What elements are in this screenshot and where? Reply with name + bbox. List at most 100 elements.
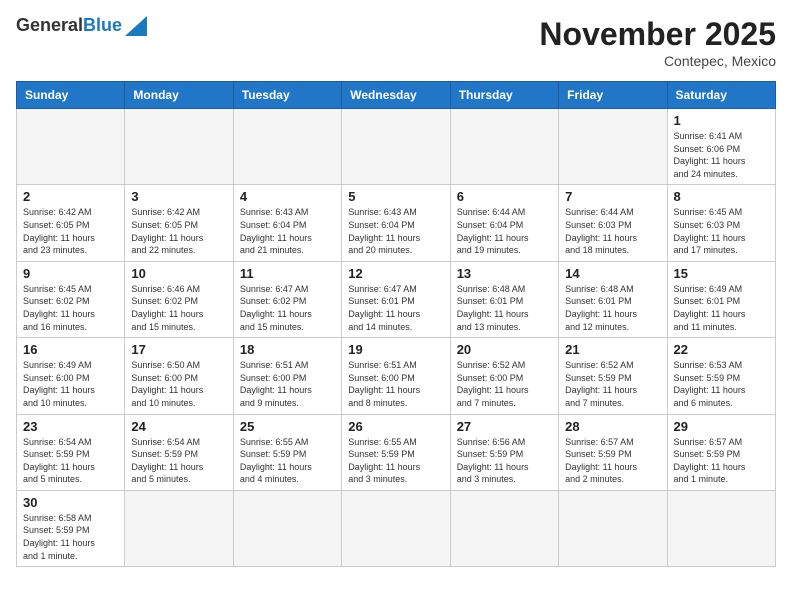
- day-number: 12: [348, 266, 443, 281]
- day-info: Sunrise: 6:48 AM Sunset: 6:01 PM Dayligh…: [565, 283, 660, 333]
- day-info: Sunrise: 6:42 AM Sunset: 6:05 PM Dayligh…: [131, 206, 226, 256]
- calendar-cell: 10 Sunrise: 6:46 AM Sunset: 6:02 PM Dayli…: [125, 261, 233, 337]
- col-header-monday: Monday: [125, 82, 233, 109]
- day-number: 16: [23, 342, 118, 357]
- day-info: Sunrise: 6:52 AM Sunset: 5:59 PM Dayligh…: [565, 359, 660, 409]
- calendar-cell: [342, 490, 450, 566]
- header: GeneralBlue November 2025 Contepec, Mexi…: [16, 16, 776, 69]
- logo-text: GeneralBlue: [16, 16, 122, 36]
- calendar-week-row: 16Sunrise: 6:49 AM Sunset: 6:00 PM Dayli…: [17, 338, 776, 414]
- day-number: 15: [674, 266, 769, 281]
- day-number: 1: [674, 113, 769, 128]
- day-info: Sunrise: 6:53 AM Sunset: 5:59 PM Dayligh…: [674, 359, 769, 409]
- calendar-cell: 20Sunrise: 6:52 AM Sunset: 6:00 PM Dayli…: [450, 338, 558, 414]
- day-number: 29: [674, 419, 769, 434]
- day-info: Sunrise: 6:43 AM Sunset: 6:04 PM Dayligh…: [348, 206, 443, 256]
- calendar-cell: 9 Sunrise: 6:45 AM Sunset: 6:02 PM Daylig…: [17, 261, 125, 337]
- calendar-cell: 11 Sunrise: 6:47 AM Sunset: 6:02 PM Dayli…: [233, 261, 341, 337]
- calendar-cell: [233, 109, 341, 185]
- day-number: 2: [23, 189, 118, 204]
- logo-blue: Blue: [83, 15, 122, 35]
- day-info: Sunrise: 6:44 AM Sunset: 6:03 PM Dayligh…: [565, 206, 660, 256]
- day-number: 19: [348, 342, 443, 357]
- calendar-cell: [559, 490, 667, 566]
- day-info: Sunrise: 6:45 AM Sunset: 6:02 PM Dayligh…: [23, 283, 118, 333]
- day-info: Sunrise: 6:58 AM Sunset: 5:59 PM Dayligh…: [23, 512, 118, 562]
- day-number: 10: [131, 266, 226, 281]
- day-info: Sunrise: 6:51 AM Sunset: 6:00 PM Dayligh…: [240, 359, 335, 409]
- logo-icon: [125, 16, 147, 36]
- calendar-week-row: 23Sunrise: 6:54 AM Sunset: 5:59 PM Dayli…: [17, 414, 776, 490]
- calendar-cell: 21Sunrise: 6:52 AM Sunset: 5:59 PM Dayli…: [559, 338, 667, 414]
- day-info: Sunrise: 6:54 AM Sunset: 5:59 PM Dayligh…: [131, 436, 226, 486]
- calendar-cell: 8 Sunrise: 6:45 AM Sunset: 6:03 PM Daylig…: [667, 185, 775, 261]
- day-info: Sunrise: 6:57 AM Sunset: 5:59 PM Dayligh…: [565, 436, 660, 486]
- day-number: 24: [131, 419, 226, 434]
- calendar-cell: 24 Sunrise: 6:54 AM Sunset: 5:59 PM Dayli…: [125, 414, 233, 490]
- calendar-cell: 7Sunrise: 6:44 AM Sunset: 6:03 PM Daylig…: [559, 185, 667, 261]
- day-number: 22: [674, 342, 769, 357]
- calendar-week-row: 9 Sunrise: 6:45 AM Sunset: 6:02 PM Daylig…: [17, 261, 776, 337]
- col-header-sunday: Sunday: [17, 82, 125, 109]
- calendar-cell: 30Sunrise: 6:58 AM Sunset: 5:59 PM Dayli…: [17, 490, 125, 566]
- day-info: Sunrise: 6:50 AM Sunset: 6:00 PM Dayligh…: [131, 359, 226, 409]
- calendar-cell: 1 Sunrise: 6:41 AM Sunset: 6:06 PM Daylig…: [667, 109, 775, 185]
- day-info: Sunrise: 6:49 AM Sunset: 6:01 PM Dayligh…: [674, 283, 769, 333]
- day-number: 9: [23, 266, 118, 281]
- calendar-cell: 29 Sunrise: 6:57 AM Sunset: 5:59 PM Dayli…: [667, 414, 775, 490]
- day-info: Sunrise: 6:55 AM Sunset: 5:59 PM Dayligh…: [240, 436, 335, 486]
- day-number: 5: [348, 189, 443, 204]
- day-number: 6: [457, 189, 552, 204]
- calendar-cell: 6 Sunrise: 6:44 AM Sunset: 6:04 PM Daylig…: [450, 185, 558, 261]
- day-info: Sunrise: 6:47 AM Sunset: 6:01 PM Dayligh…: [348, 283, 443, 333]
- calendar-cell: 12 Sunrise: 6:47 AM Sunset: 6:01 PM Dayli…: [342, 261, 450, 337]
- calendar-cell: [450, 109, 558, 185]
- calendar-cell: 14Sunrise: 6:48 AM Sunset: 6:01 PM Dayli…: [559, 261, 667, 337]
- col-header-thursday: Thursday: [450, 82, 558, 109]
- day-info: Sunrise: 6:57 AM Sunset: 5:59 PM Dayligh…: [674, 436, 769, 486]
- calendar-cell: [450, 490, 558, 566]
- day-info: Sunrise: 6:45 AM Sunset: 6:03 PM Dayligh…: [674, 206, 769, 256]
- day-number: 27: [457, 419, 552, 434]
- calendar-cell: 13 Sunrise: 6:48 AM Sunset: 6:01 PM Dayli…: [450, 261, 558, 337]
- day-number: 3: [131, 189, 226, 204]
- calendar-cell: [342, 109, 450, 185]
- calendar-cell: 15 Sunrise: 6:49 AM Sunset: 6:01 PM Dayli…: [667, 261, 775, 337]
- calendar-cell: 25Sunrise: 6:55 AM Sunset: 5:59 PM Dayli…: [233, 414, 341, 490]
- day-number: 8: [674, 189, 769, 204]
- day-info: Sunrise: 6:47 AM Sunset: 6:02 PM Dayligh…: [240, 283, 335, 333]
- day-info: Sunrise: 6:46 AM Sunset: 6:02 PM Dayligh…: [131, 283, 226, 333]
- calendar: SundayMondayTuesdayWednesdayThursdayFrid…: [16, 81, 776, 567]
- calendar-cell: 23Sunrise: 6:54 AM Sunset: 5:59 PM Dayli…: [17, 414, 125, 490]
- col-header-saturday: Saturday: [667, 82, 775, 109]
- day-info: Sunrise: 6:41 AM Sunset: 6:06 PM Dayligh…: [674, 130, 769, 180]
- day-info: Sunrise: 6:48 AM Sunset: 6:01 PM Dayligh…: [457, 283, 552, 333]
- day-info: Sunrise: 6:51 AM Sunset: 6:00 PM Dayligh…: [348, 359, 443, 409]
- day-number: 13: [457, 266, 552, 281]
- calendar-cell: 16Sunrise: 6:49 AM Sunset: 6:00 PM Dayli…: [17, 338, 125, 414]
- day-number: 18: [240, 342, 335, 357]
- calendar-cell: 17 Sunrise: 6:50 AM Sunset: 6:00 PM Dayli…: [125, 338, 233, 414]
- day-number: 4: [240, 189, 335, 204]
- day-info: Sunrise: 6:42 AM Sunset: 6:05 PM Dayligh…: [23, 206, 118, 256]
- logo-general: General: [16, 15, 83, 35]
- col-header-tuesday: Tuesday: [233, 82, 341, 109]
- day-info: Sunrise: 6:55 AM Sunset: 5:59 PM Dayligh…: [348, 436, 443, 486]
- title-block: November 2025 Contepec, Mexico: [539, 16, 776, 69]
- calendar-cell: [125, 490, 233, 566]
- day-number: 11: [240, 266, 335, 281]
- calendar-cell: 26Sunrise: 6:55 AM Sunset: 5:59 PM Dayli…: [342, 414, 450, 490]
- calendar-cell: [667, 490, 775, 566]
- day-number: 17: [131, 342, 226, 357]
- calendar-cell: [17, 109, 125, 185]
- calendar-week-row: 2 Sunrise: 6:42 AM Sunset: 6:05 PM Daylig…: [17, 185, 776, 261]
- calendar-header-row: SundayMondayTuesdayWednesdayThursdayFrid…: [17, 82, 776, 109]
- calendar-cell: 22 Sunrise: 6:53 AM Sunset: 5:59 PM Dayli…: [667, 338, 775, 414]
- calendar-cell: 2 Sunrise: 6:42 AM Sunset: 6:05 PM Daylig…: [17, 185, 125, 261]
- col-header-friday: Friday: [559, 82, 667, 109]
- day-info: Sunrise: 6:44 AM Sunset: 6:04 PM Dayligh…: [457, 206, 552, 256]
- day-info: Sunrise: 6:54 AM Sunset: 5:59 PM Dayligh…: [23, 436, 118, 486]
- calendar-cell: 4Sunrise: 6:43 AM Sunset: 6:04 PM Daylig…: [233, 185, 341, 261]
- subtitle: Contepec, Mexico: [539, 53, 776, 69]
- day-number: 28: [565, 419, 660, 434]
